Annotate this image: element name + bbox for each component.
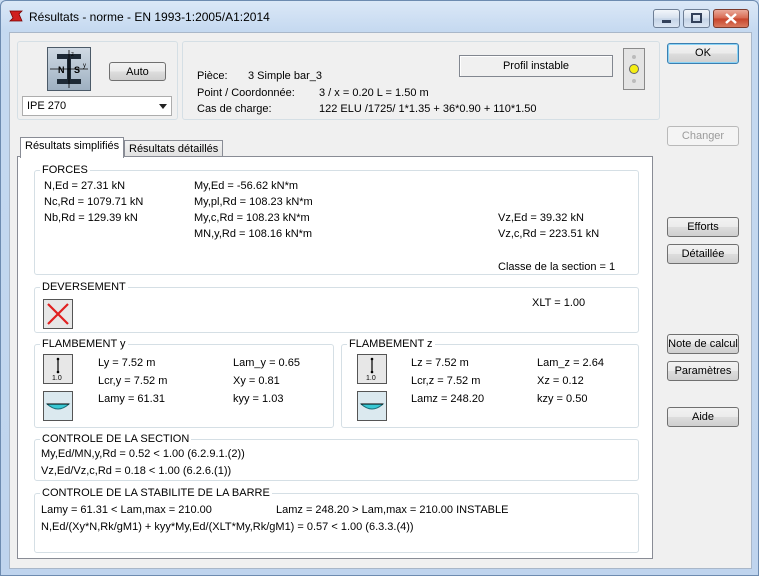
lcry-value: Lcr,y = 7.52 m — [98, 375, 168, 387]
flambement-y-title: FLAMBEMENT y — [40, 338, 128, 350]
status-indicator — [623, 48, 645, 90]
lamz-value: Lamz = 248.20 — [411, 393, 485, 405]
cas-label: Cas de charge: — [197, 103, 272, 115]
status-box: Profil instable — [459, 55, 613, 77]
window-title: Résultats - norme - EN 1993-1:2005/A1:20… — [29, 10, 270, 24]
lcrz-value: Lcr,z = 7.52 m — [411, 375, 481, 387]
vzcrd-value: Vz,c,Rd = 223.51 kN — [498, 228, 600, 240]
note-de-calcul-button[interactable]: Note de calcul — [667, 334, 739, 354]
section-ibeam-icon[interactable]: N S z y — [47, 47, 91, 91]
profile-group: N S z y Auto IPE 270 — [17, 41, 178, 120]
ly-value: Ly = 7.52 m — [98, 357, 156, 369]
close-button[interactable] — [713, 9, 749, 28]
deversement-title: DEVERSEMENT — [40, 281, 128, 293]
deversement-cross-icon[interactable] — [43, 299, 73, 329]
minimize-icon — [662, 20, 671, 23]
classe-value: Classe de la section = 1 — [498, 261, 616, 273]
myed-value: My,Ed = -56.62 kN*m — [194, 180, 299, 192]
controle-stabilite-title: CONTROLE DE LA STABILITE DE LA BARRE — [40, 487, 272, 499]
cas-value: 122 ELU /1725/ 1*1.35 + 36*0.90 + 110*1.… — [319, 103, 537, 115]
status-text: Profil instable — [502, 60, 570, 72]
mnyrd-value: MN,y,Rd = 108.16 kN*m — [194, 228, 313, 240]
profile-select-value: IPE 270 — [27, 100, 67, 112]
forces-group: FORCES N,Ed = 27.31 kN Nc,Rd = 1079.71 k… — [34, 164, 639, 275]
traffic-light-icon — [629, 55, 639, 83]
vzed-value: Vz,Ed = 39.32 kN — [498, 212, 584, 224]
svg-text:S: S — [74, 65, 80, 75]
changer-button[interactable]: Changer — [667, 126, 739, 146]
forces-title: FORCES — [40, 164, 90, 176]
chevron-down-icon — [159, 104, 167, 109]
piece-value: 3 Simple bar_3 — [248, 70, 322, 82]
maximize-button[interactable] — [683, 9, 710, 28]
buckling-z-icon-label: 1.0 — [366, 375, 376, 382]
mycrd-value: My,c,Rd = 108.23 kN*m — [194, 212, 310, 224]
nbrd-value: Nb,Rd = 129.39 kN — [44, 212, 138, 224]
xlt-value: XLT = 1.00 — [532, 297, 586, 309]
svg-text:N: N — [58, 65, 65, 75]
title-bar: Résultats - norme - EN 1993-1:2005/A1:20… — [1, 1, 758, 31]
buckling-length-y-icon[interactable]: 1.0 — [43, 354, 73, 384]
flambement-z-group: FLAMBEMENT z 1.0 Lz = 7.52 m Lcr,z = 7.5… — [341, 338, 639, 428]
kyy-value: kyy = 1.03 — [233, 393, 284, 405]
ned-value: N,Ed = 27.31 kN — [44, 180, 126, 192]
myplrd-value: My,pl,Rd = 108.23 kN*m — [194, 196, 313, 208]
app-icon — [9, 10, 23, 22]
point-label: Point / Coordonnée: — [197, 87, 295, 99]
kzy-value: kzy = 0.50 — [537, 393, 588, 405]
lam-z-rel-value: Lam_z = 2.64 — [537, 357, 604, 369]
svg-text:z: z — [71, 52, 74, 58]
lamy-check: Lamy = 61.31 < Lam,max = 210.00 — [41, 504, 212, 516]
detaillee-button[interactable]: Détaillée — [667, 244, 739, 264]
minimize-button[interactable] — [653, 9, 680, 28]
stability-formula: N,Ed/(Xy*N,Rk/gM1) + kyy*My,Ed/(XLT*My,R… — [41, 521, 414, 533]
buckling-y-icon-label: 1.0 — [52, 375, 62, 382]
flambement-y-group: FLAMBEMENT y 1.0 Ly = 7.52 m Lcr,y = 7.5… — [34, 338, 334, 428]
section-check-line2: Vz,Ed/Vz,c,Rd = 0.18 < 1.00 (6.2.6.(1)) — [41, 465, 232, 477]
tab-resultats-simplifies[interactable]: Résultats simplifiés — [20, 137, 125, 158]
flambement-z-title: FLAMBEMENT z — [347, 338, 435, 350]
parametres-button[interactable]: Paramètres — [667, 361, 739, 381]
buckling-curve-y-icon[interactable] — [43, 391, 73, 421]
deversement-group: DEVERSEMENT XLT = 1.00 — [34, 281, 639, 333]
section-check-line1: My,Ed/MN,y,Rd = 0.52 < 1.00 (6.2.9.1.(2)… — [41, 448, 245, 460]
svg-text:y: y — [83, 63, 86, 69]
xy-value: Xy = 0.81 — [233, 375, 280, 387]
tab-panel: FORCES N,Ed = 27.31 kN Nc,Rd = 1079.71 k… — [17, 156, 653, 559]
profile-select[interactable]: IPE 270 — [22, 96, 172, 116]
maximize-icon — [691, 13, 702, 23]
lamy-value: Lamy = 61.31 — [98, 393, 165, 405]
controle-stabilite-group: CONTROLE DE LA STABILITE DE LA BARRE Lam… — [34, 487, 639, 553]
controle-section-group: CONTROLE DE LA SECTION My,Ed/MN,y,Rd = 0… — [34, 433, 639, 481]
efforts-button[interactable]: Efforts — [667, 217, 739, 237]
info-group: Pièce: 3 Simple bar_3 Point / Coordonnée… — [182, 41, 660, 120]
buckling-curve-z-icon[interactable] — [357, 391, 387, 421]
point-value: 3 / x = 0.20 L = 1.50 m — [319, 87, 429, 99]
controle-section-title: CONTROLE DE LA SECTION — [40, 433, 192, 445]
close-icon — [725, 13, 737, 24]
auto-button[interactable]: Auto — [109, 62, 166, 81]
lam-y-rel-value: Lam_y = 0.65 — [233, 357, 300, 369]
ok-button[interactable]: OK — [667, 43, 739, 64]
buckling-length-z-icon[interactable]: 1.0 — [357, 354, 387, 384]
aide-button[interactable]: Aide — [667, 407, 739, 427]
xz-value: Xz = 0.12 — [537, 375, 584, 387]
tab-resultats-detailles[interactable]: Résultats détaillés — [124, 140, 224, 157]
results-window: Résultats - norme - EN 1993-1:2005/A1:20… — [0, 0, 759, 576]
ncrd-value: Nc,Rd = 1079.71 kN — [44, 196, 144, 208]
lz-value: Lz = 7.52 m — [411, 357, 469, 369]
piece-label: Pièce: — [197, 70, 228, 82]
lamz-check: Lamz = 248.20 > Lam,max = 210.00 INSTABL… — [276, 504, 509, 516]
